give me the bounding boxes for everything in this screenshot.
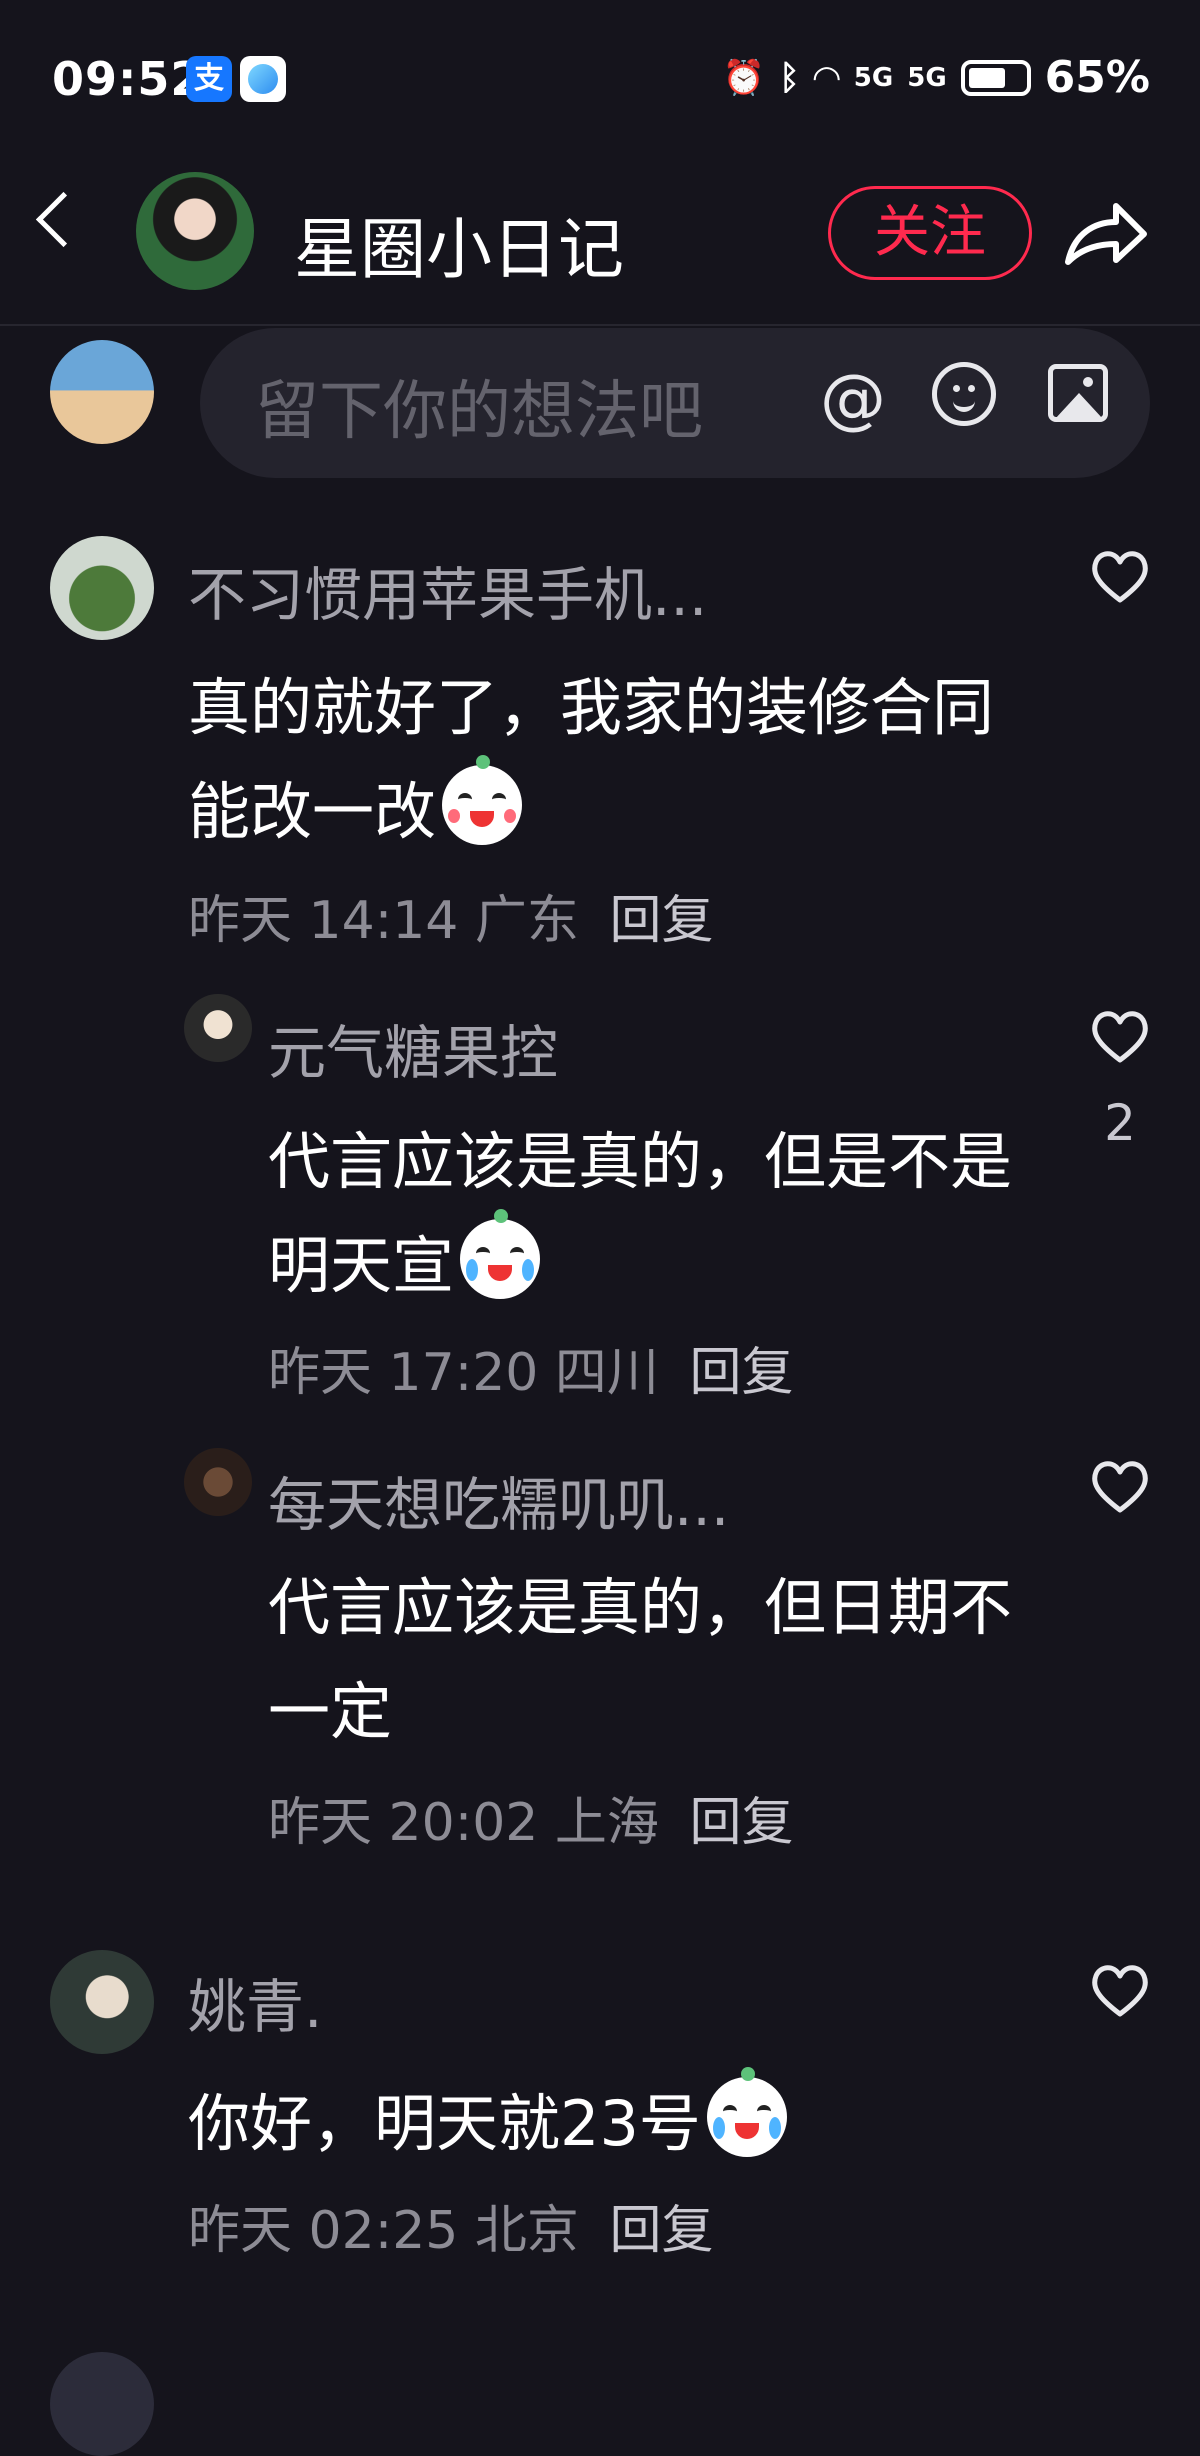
- like-count: 2: [1104, 1094, 1136, 1152]
- header-divider: [0, 324, 1200, 326]
- status-time: 09:52: [52, 52, 204, 106]
- reply-button[interactable]: 回复: [689, 1793, 793, 1853]
- comment-username[interactable]: 不习惯用苹果手机...: [188, 548, 707, 632]
- back-icon[interactable]: [35, 191, 92, 248]
- follow-button[interactable]: 关注: [828, 186, 1032, 280]
- reply-avatar[interactable]: [184, 994, 252, 1062]
- like-heart-icon[interactable]: [1090, 1008, 1150, 1064]
- comment-avatar[interactable]: [50, 2352, 154, 2456]
- reply-text: 代言应该是真的，但是不是明天宣: [268, 1110, 1068, 1318]
- comment-meta: 昨天 02:25 北京 回复: [188, 2188, 713, 2263]
- reply-username[interactable]: 元气糖果控: [268, 1006, 558, 1090]
- signal-5g-icon-2: 5G: [907, 62, 947, 93]
- wifi-icon: ◠: [813, 57, 840, 98]
- comment-location: 北京: [474, 2201, 579, 2261]
- reply-button[interactable]: 回复: [609, 891, 713, 951]
- comment-location: 广东: [474, 891, 579, 951]
- emoji-icon[interactable]: [932, 362, 996, 426]
- reply-time: 昨天 20:02: [268, 1793, 539, 1853]
- comment-username[interactable]: 姚青.: [188, 1960, 322, 2044]
- page-title[interactable]: 星圈小日记: [294, 196, 624, 292]
- comment-text-content: 你好，明天就23号: [188, 2087, 701, 2160]
- alipay-notification-icon: 支: [186, 56, 232, 102]
- app-notification-icon: [240, 56, 286, 102]
- share-icon[interactable]: [1060, 194, 1150, 274]
- image-icon[interactable]: [1048, 364, 1108, 422]
- status-indicators: ⏰ ᛒ ◠ 5G 5G 65%: [723, 52, 1150, 103]
- reply-button[interactable]: 回复: [689, 1343, 793, 1403]
- reply-meta: 昨天 17:20 四川 回复: [268, 1330, 793, 1405]
- emoji-sticker-icon: [442, 755, 523, 845]
- battery-percent: 65%: [1044, 52, 1150, 103]
- like-heart-icon[interactable]: [1090, 1962, 1150, 2018]
- reply-text-content: 代言应该是真的，但是不是明天宣: [268, 1125, 1013, 1302]
- comment-time: 昨天 14:14: [188, 891, 459, 951]
- reply-location: 上海: [554, 1793, 659, 1853]
- comment-meta: 昨天 14:14 广东 回复: [188, 878, 713, 953]
- comment-text: 你好，明天就23号: [188, 2067, 1048, 2176]
- comment-input-placeholder[interactable]: 留下你的想法吧: [255, 360, 703, 452]
- reply-button[interactable]: 回复: [609, 2201, 713, 2261]
- battery-icon: [960, 59, 1031, 96]
- crying-emoji-icon: [460, 1209, 541, 1299]
- like-heart-icon[interactable]: [1090, 548, 1150, 604]
- like-heart-icon[interactable]: [1090, 1458, 1150, 1514]
- account-avatar[interactable]: [136, 172, 254, 290]
- my-avatar: [50, 340, 154, 444]
- comment-time: 昨天 02:25: [188, 2201, 459, 2261]
- comment-text-content: 真的就好了，我家的装修合同能改一改: [188, 671, 995, 848]
- crying-emoji-icon: [706, 2067, 787, 2157]
- reply-meta: 昨天 20:02 上海 回复: [268, 1780, 793, 1855]
- at-mention-icon[interactable]: @: [820, 360, 886, 437]
- comment-text: 真的就好了，我家的装修合同能改一改: [188, 656, 1048, 864]
- alarm-icon: ⏰: [722, 57, 766, 98]
- reply-username[interactable]: 每天想吃糯叽叽...: [268, 1458, 729, 1542]
- reply-text: 代言应该是真的，但日期不一定: [268, 1571, 1013, 1748]
- reply-avatar[interactable]: [184, 1448, 252, 1516]
- reply-location: 四川: [554, 1343, 659, 1403]
- bluetooth-icon: ᛒ: [779, 57, 800, 98]
- signal-5g-icon: 5G: [853, 62, 894, 93]
- comment-avatar[interactable]: [50, 1950, 154, 2054]
- reply-time: 昨天 17:20: [268, 1343, 539, 1403]
- comment-avatar[interactable]: [50, 536, 154, 640]
